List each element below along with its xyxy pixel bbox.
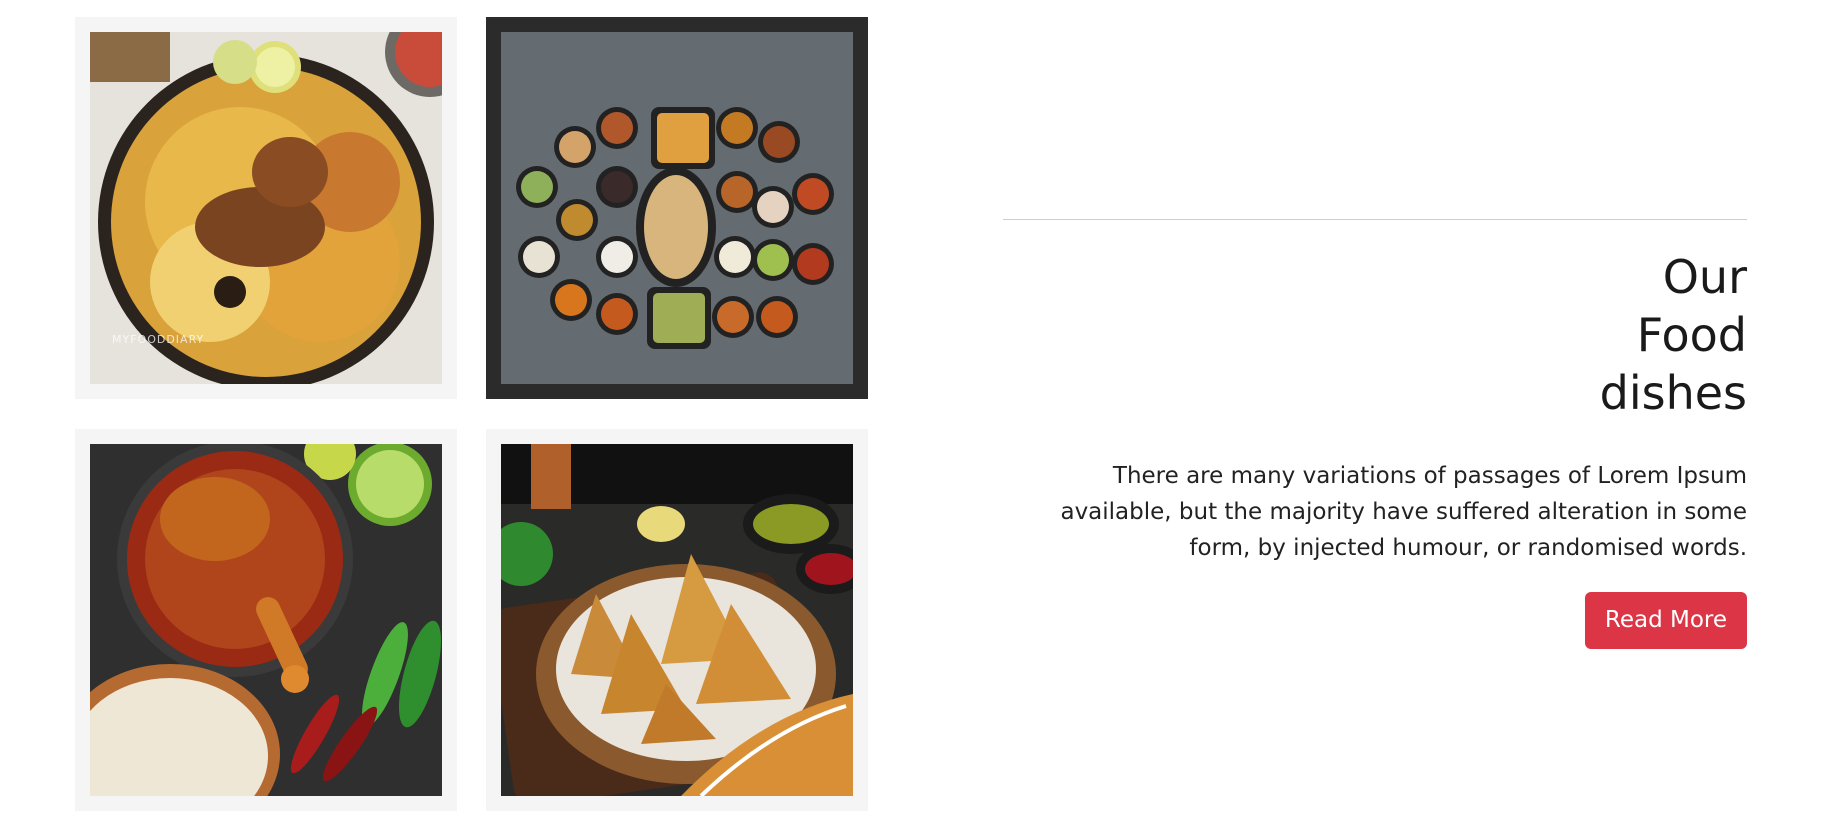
section-description: There are many variations of passages of… [1060,463,1747,561]
biryani-photo: MYFOODDIARY [90,32,442,384]
gallery-tile-biryani[interactable]: MYFOODDIARY [75,17,457,399]
section-heading: Our Food dishes [1003,248,1747,422]
gallery-tile-thali[interactable] [486,17,868,399]
read-more-button[interactable]: Read More [1584,592,1747,649]
photo-watermark: MYFOODDIARY [112,333,205,346]
samosa-photo [501,444,853,796]
heading-line-3: dishes [1599,366,1747,420]
intro-section: Our Food dishes There are many variation… [1003,219,1747,649]
section-divider [1003,219,1747,220]
chicken-curry-photo [90,444,442,796]
gallery-tile-chicken-curry[interactable] [75,429,457,811]
thali-photo [501,32,853,384]
heading-line-1: Our [1662,250,1747,304]
heading-line-2: Food [1636,308,1747,362]
gallery-tile-samosa[interactable] [486,429,868,811]
page: MYFOODDIARY Our Food dishes There are ma… [0,0,1824,823]
